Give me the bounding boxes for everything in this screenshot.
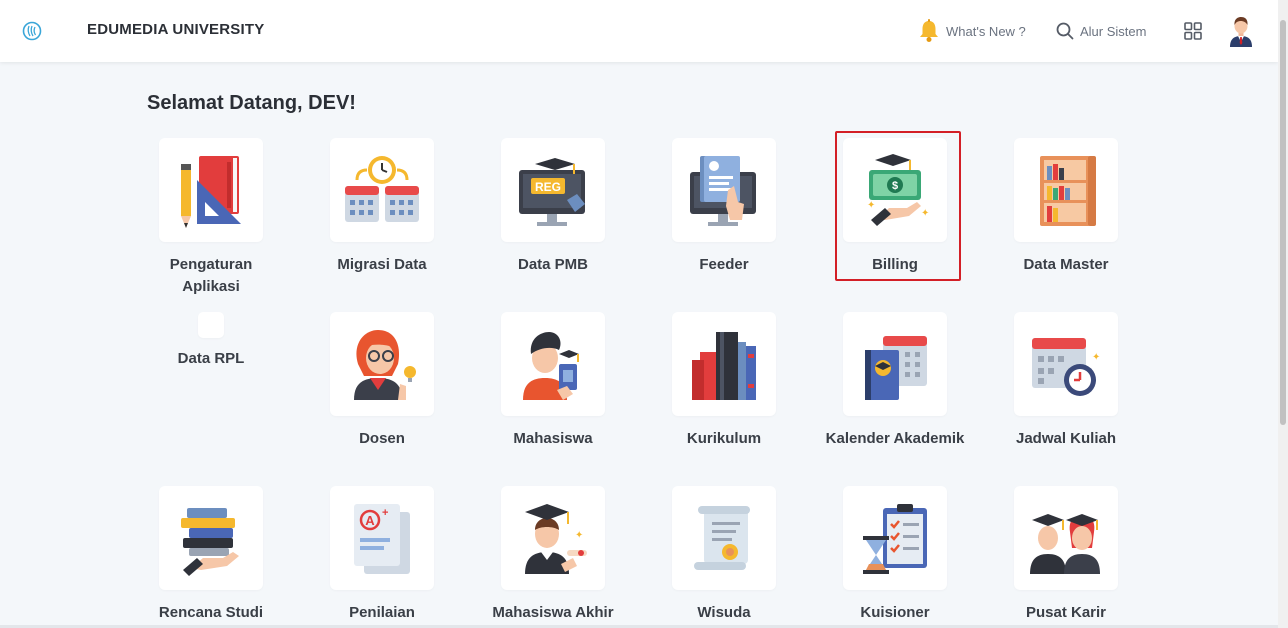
welcome-heading: Selamat Datang, DEV!	[147, 92, 356, 114]
tile-label: Rencana Studi	[158, 604, 264, 621]
tile-icon-box[interactable]	[672, 138, 776, 242]
menu-tile-kurikulum[interactable]: Kurikulum	[654, 312, 794, 450]
alur-sistem-label: Alur Sistem	[1080, 23, 1147, 39]
tile-icon-box[interactable]	[198, 312, 224, 338]
menu-tile-migrasi-data[interactable]: Migrasi Data	[312, 138, 452, 276]
graduate-icon: ✦	[525, 504, 587, 574]
menu-tile-data-pmb[interactable]: REG Data PMB	[483, 138, 623, 276]
graduates-icon	[1030, 514, 1100, 574]
calendar-clock-icon	[345, 156, 419, 222]
reg-monitor-icon: REG	[519, 158, 585, 226]
books-icon	[692, 332, 756, 400]
tile-label: Dosen	[359, 430, 405, 447]
alur-sistem-button[interactable]: Alur Sistem	[1056, 0, 1146, 62]
menu-tile-mahasiswa[interactable]: Mahasiswa	[483, 312, 623, 450]
tile-label: Data Master	[1023, 256, 1109, 273]
tile-icon-box[interactable]	[330, 138, 434, 242]
ruler-book-icon	[181, 156, 241, 228]
user-avatar-button[interactable]	[1228, 0, 1254, 62]
menu-tile-mahasiswa-akhir[interactable]: ✦ Mahasiswa Akhir	[483, 486, 623, 624]
menu-tile-kalender-akademik[interactable]: Kalender Akademik	[825, 312, 965, 450]
tile-label: Kurikulum	[686, 430, 762, 447]
tile-label: Wisuda	[697, 604, 751, 621]
vertical-scrollbar[interactable]	[1278, 0, 1288, 628]
tile-icon-box[interactable]	[843, 312, 947, 416]
svg-text:+: +	[382, 507, 388, 519]
tile-label: Penilaian	[349, 604, 415, 621]
tile-icon-box[interactable]: ✦	[1014, 312, 1118, 416]
tile-icon-box[interactable]	[1014, 486, 1118, 590]
tile-label: Pengaturan Aplikasi	[169, 256, 253, 295]
document-monitor-icon	[690, 156, 756, 226]
tile-label: Mahasiswa	[513, 430, 593, 447]
scrollbar-thumb[interactable]	[1280, 20, 1286, 425]
selection-highlight	[835, 131, 961, 281]
svg-text:REG: REG	[535, 180, 561, 194]
tile-icon-box[interactable]	[330, 312, 434, 416]
tile-label: Data RPL	[177, 350, 245, 367]
search-icon	[1056, 22, 1074, 40]
tile-label: Migrasi Data	[337, 256, 427, 273]
grade-paper-icon: A +	[354, 504, 410, 574]
avatar-icon	[1230, 17, 1252, 47]
whats-new-button[interactable]: What's New ?	[918, 0, 1026, 62]
tile-icon-box[interactable]	[672, 486, 776, 590]
calendar-book-icon	[865, 336, 927, 400]
menu-tile-kuisioner[interactable]: Kuisioner	[825, 486, 965, 624]
menu-tile-pusat-karir[interactable]: Pusat Karir	[996, 486, 1136, 624]
book-stack-hand-icon	[181, 508, 239, 576]
checklist-hourglass-icon	[863, 504, 927, 574]
menu-tile-data-rpl[interactable]: Data RPL	[141, 312, 281, 370]
apps-grid-button[interactable]	[1184, 0, 1202, 62]
tile-icon-box[interactable]	[501, 312, 605, 416]
menu-tile-rencana-studi[interactable]: Rencana Studi	[141, 486, 281, 624]
tile-label: Jadwal Kuliah	[1015, 430, 1117, 447]
svg-text:✦: ✦	[575, 530, 583, 541]
tile-label: Feeder	[699, 256, 749, 273]
edumedia-logo-icon[interactable]	[22, 21, 42, 41]
student-icon	[523, 332, 579, 400]
calendar-timer-icon: ✦	[1032, 338, 1100, 396]
tile-icon-box[interactable]: ✦	[501, 486, 605, 590]
menu-tile-data-master[interactable]: Data Master	[996, 138, 1136, 276]
tile-label: Kuisioner	[860, 604, 930, 621]
tile-icon-box[interactable]	[159, 486, 263, 590]
menu-tile-dosen[interactable]: Dosen	[312, 312, 452, 450]
bell-icon	[920, 19, 938, 42]
certificate-icon	[694, 506, 750, 570]
menu-tile-penilaian[interactable]: A + Penilaian	[312, 486, 452, 624]
tile-icon-box[interactable]	[1014, 138, 1118, 242]
tile-icon-box[interactable]: A +	[330, 486, 434, 590]
svg-text:A: A	[365, 513, 375, 528]
tile-icon-box[interactable]	[672, 312, 776, 416]
tile-icon-box[interactable]	[843, 486, 947, 590]
top-navbar: EDUMEDIA UNIVERSITY What's New ? Alur Si…	[0, 0, 1278, 62]
bookshelf-icon	[1040, 156, 1096, 226]
menu-tile-wisuda[interactable]: Wisuda	[654, 486, 794, 624]
brand-title[interactable]: EDUMEDIA UNIVERSITY	[87, 21, 264, 38]
grid-icon	[1184, 22, 1202, 40]
tile-icon-box[interactable]	[159, 138, 263, 242]
lecturer-icon	[354, 330, 416, 400]
tile-label: Data PMB	[517, 256, 588, 273]
menu-tile-jadwal-kuliah[interactable]: ✦ Jadwal Kuliah	[996, 312, 1136, 450]
tile-icon-box[interactable]: REG	[501, 138, 605, 242]
menu-tile-pengaturan-aplikasi[interactable]: Pengaturan Aplikasi	[141, 138, 281, 298]
whats-new-label: What's New ?	[946, 23, 1026, 39]
tile-label: Kalender Akademik	[825, 430, 965, 447]
tile-label: Mahasiswa Akhir	[492, 604, 614, 621]
menu-tile-feeder[interactable]: Feeder	[654, 138, 794, 276]
svg-text:✦: ✦	[1092, 352, 1100, 363]
tile-label: Pusat Karir	[1025, 604, 1107, 621]
